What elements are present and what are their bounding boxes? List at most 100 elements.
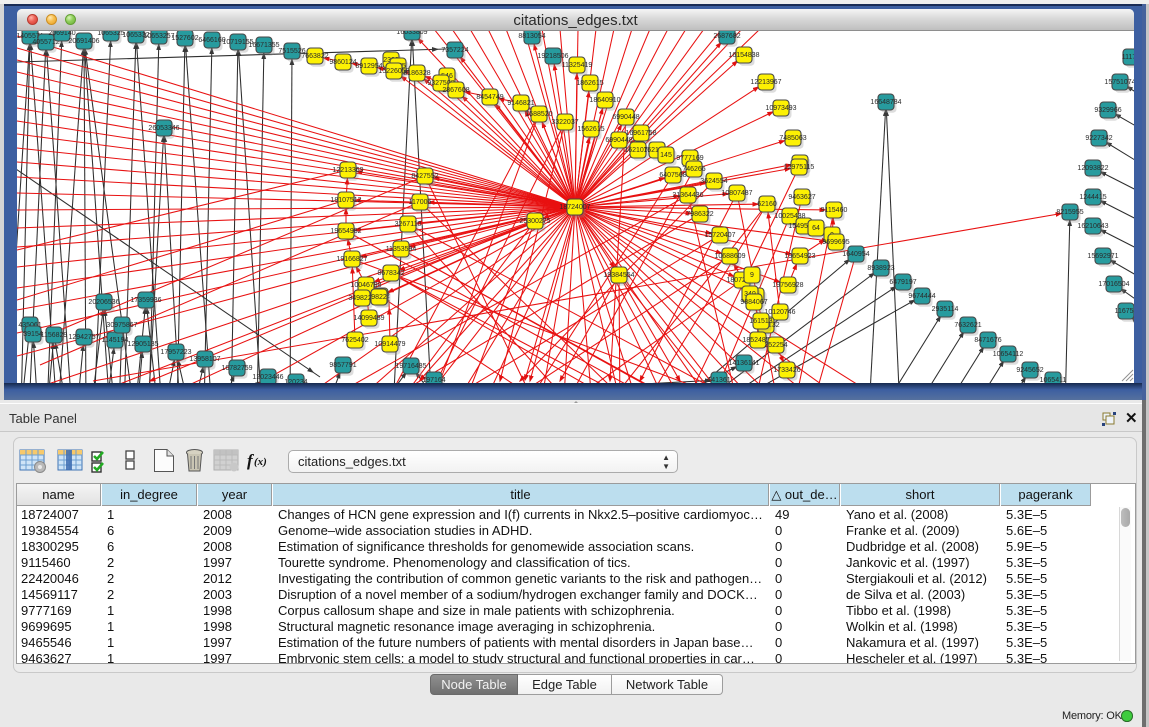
svg-text:12213369: 12213369 — [332, 167, 363, 174]
svg-text:6990448: 6990448 — [612, 114, 639, 121]
svg-text:9699695: 9699695 — [822, 239, 849, 246]
svg-text:1588520: 1588520 — [525, 111, 552, 118]
svg-text:8454749: 8454749 — [476, 94, 503, 101]
svg-text:252254: 252254 — [764, 342, 787, 349]
svg-text:7632621: 7632621 — [954, 322, 981, 329]
svg-text:12213967: 12213967 — [750, 79, 781, 86]
svg-text:145: 145 — [660, 152, 672, 159]
svg-text:16648784: 16648784 — [870, 99, 901, 106]
svg-text:14136141: 14136141 — [728, 360, 759, 367]
svg-text:62160: 62160 — [757, 201, 777, 208]
svg-text:17957223: 17957223 — [160, 349, 191, 356]
svg-text:19384554: 19384554 — [603, 272, 634, 279]
svg-text:1862615: 1862615 — [576, 80, 603, 87]
svg-text:10654112: 10654112 — [993, 351, 1024, 358]
svg-text:6479197: 6479197 — [889, 279, 916, 286]
svg-text:1244415: 1244415 — [1079, 194, 1106, 201]
svg-text:2935114: 2935114 — [932, 306, 959, 313]
svg-text:20206536: 20206536 — [88, 299, 119, 306]
svg-text:8938923: 8938923 — [867, 265, 894, 272]
svg-text:1527602: 1527602 — [171, 35, 198, 42]
svg-text:14099489: 14099489 — [353, 315, 384, 322]
svg-text:11353594: 11353594 — [386, 246, 417, 253]
svg-text:1156829: 1156829 — [41, 332, 68, 339]
svg-text:9115460: 9115460 — [821, 207, 848, 214]
svg-text:6990448: 6990448 — [605, 137, 632, 144]
svg-text:12975115: 12975115 — [784, 164, 815, 171]
svg-text:19166827: 19166827 — [336, 256, 367, 263]
svg-text:746266: 746266 — [682, 166, 705, 173]
svg-text:19716485: 19716485 — [395, 363, 426, 370]
svg-text:9674444: 9674444 — [908, 293, 935, 300]
svg-text:1640954: 1640954 — [842, 251, 869, 258]
svg-text:2867608: 2867608 — [442, 87, 469, 94]
svg-text:16782759: 16782759 — [221, 365, 252, 372]
svg-text:10914479: 10914479 — [374, 341, 405, 348]
svg-text:1145194: 1145194 — [102, 337, 129, 344]
svg-text:13958107: 13958107 — [189, 356, 220, 363]
svg-text:15720407: 15720407 — [704, 232, 735, 239]
svg-text:1562615: 1562615 — [577, 126, 604, 133]
svg-text:12093822: 12093822 — [1077, 165, 1108, 172]
svg-text:18640910: 18640910 — [589, 97, 620, 104]
svg-text:1065325: 1065325 — [97, 31, 124, 37]
svg-text:30975867: 30975867 — [106, 322, 137, 329]
svg-text:21364436: 21364436 — [672, 192, 703, 199]
svg-text:15692971: 15692971 — [1087, 253, 1118, 260]
svg-text:7357224: 7357224 — [441, 47, 468, 54]
svg-text:17016504: 17016504 — [1098, 281, 1129, 288]
svg-text:3322037: 3322037 — [551, 119, 578, 126]
svg-text:16154838: 16154838 — [728, 52, 759, 59]
svg-text:25300275: 25300275 — [519, 218, 550, 225]
svg-text:3624554: 3624554 — [700, 178, 727, 185]
svg-text:18107512: 18107512 — [330, 197, 361, 204]
svg-text:(x): (x) — [254, 456, 267, 468]
svg-text:8215955: 8215955 — [1056, 209, 1083, 216]
svg-text:10973493: 10973493 — [765, 105, 796, 112]
svg-text:15751074: 15751074 — [1104, 79, 1134, 86]
svg-text:9857791: 9857791 — [329, 362, 356, 369]
svg-text:16033809: 16033809 — [396, 31, 427, 36]
svg-text:8186328: 8186328 — [403, 70, 430, 77]
svg-text:1733426: 1733426 — [773, 367, 800, 374]
svg-text:12942757: 12942757 — [68, 334, 99, 341]
svg-text:8471676: 8471676 — [974, 337, 1001, 344]
svg-text:19654923: 19654923 — [784, 253, 815, 260]
svg-text:7986322: 7986322 — [686, 211, 713, 218]
svg-text:7663822: 7663822 — [301, 53, 328, 60]
svg-text:11325419: 11325419 — [562, 62, 593, 69]
svg-text:3267110: 3267110 — [395, 221, 422, 228]
svg-text:17359936: 17359936 — [130, 297, 161, 304]
svg-text:2069140: 2069140 — [48, 31, 75, 37]
svg-text:9245652: 9245652 — [1016, 367, 1043, 374]
svg-text:16961758: 16961758 — [625, 130, 656, 137]
svg-text:117006: 117006 — [409, 199, 432, 206]
svg-text:161513: 161513 — [749, 318, 772, 325]
svg-text:2687682: 2687682 — [713, 33, 740, 40]
svg-text:16671355: 16671355 — [248, 42, 279, 49]
svg-text:9329966: 9329966 — [1094, 107, 1121, 114]
svg-text:10046798: 10046798 — [350, 282, 381, 289]
svg-text:9146821: 9146821 — [507, 100, 534, 107]
svg-text:18724007: 18724007 — [559, 204, 590, 211]
svg-text:6407568: 6407568 — [659, 172, 686, 179]
svg-text:19756928: 19756928 — [772, 282, 803, 289]
svg-text:9822: 9822 — [371, 294, 387, 301]
svg-text:9463627: 9463627 — [788, 194, 815, 201]
svg-text:116753: 116753 — [1115, 308, 1134, 315]
svg-text:12905135: 12905135 — [127, 341, 158, 348]
svg-text:10653257: 10653257 — [143, 33, 174, 40]
svg-text:10688609: 10688609 — [714, 253, 745, 260]
svg-text:8813054: 8813054 — [518, 33, 545, 40]
svg-text:26053346: 26053346 — [148, 125, 179, 132]
svg-text:10807487: 10807487 — [721, 190, 752, 197]
svg-text:9884067: 9884067 — [740, 299, 767, 306]
svg-text:20691406: 20691406 — [68, 38, 99, 45]
svg-text:19654982: 19654982 — [330, 228, 361, 235]
svg-text:9227342: 9227342 — [1085, 135, 1112, 142]
svg-text:7485063: 7485063 — [779, 135, 806, 142]
svg-text:11170: 11170 — [1122, 54, 1134, 61]
svg-text:9860124: 9860124 — [329, 59, 356, 66]
svg-text:19218506: 19218506 — [537, 53, 568, 60]
svg-text:16210643: 16210643 — [1077, 223, 1108, 230]
